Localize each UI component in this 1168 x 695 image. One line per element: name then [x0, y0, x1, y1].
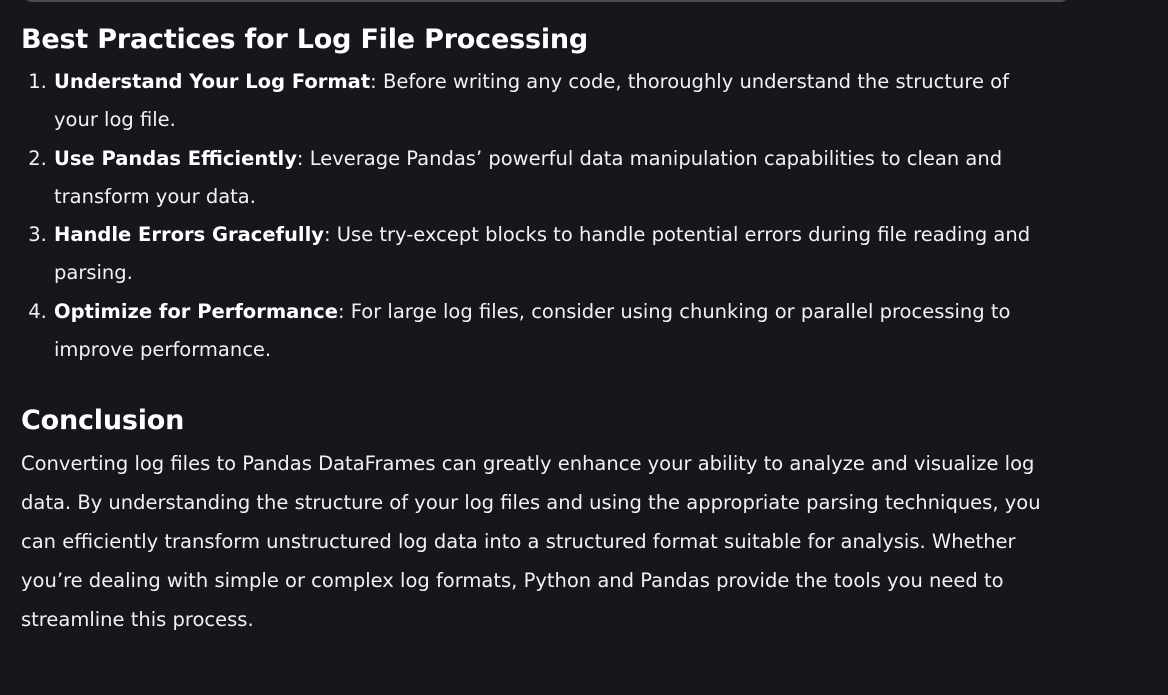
conclusion-paragraph: Converting log files to Pandas DataFrame… — [21, 452, 1041, 631]
list-item: Handle Errors Gracefully: Use try-except… — [53, 216, 1054, 293]
list-item: Optimize for Performance: For large log … — [53, 293, 1054, 370]
code-block-bottom-edge — [22, 0, 1070, 2]
list-item-term: Understand Your Log Format — [54, 70, 371, 93]
best-practices-list: Understand Your Log Format: Before writi… — [21, 63, 1121, 369]
conclusion-heading: Conclusion — [21, 405, 185, 437]
list-item-term: Use Pandas Efficiently — [54, 146, 297, 170]
list-item-term: Handle Errors Gracefully — [54, 223, 324, 247]
article-content: Best Practices for Log File Processing U… — [21, 18, 1121, 639]
list-item: Understand Your Log Format: Before writi… — [53, 63, 1054, 140]
list-item-term: Optimize for Performance — [54, 299, 338, 323]
best-practices-heading: Best Practices for Log File Processing — [21, 24, 589, 55]
list-item: Use Pandas Efficiently: Leverage Pandas’… — [53, 140, 1054, 217]
